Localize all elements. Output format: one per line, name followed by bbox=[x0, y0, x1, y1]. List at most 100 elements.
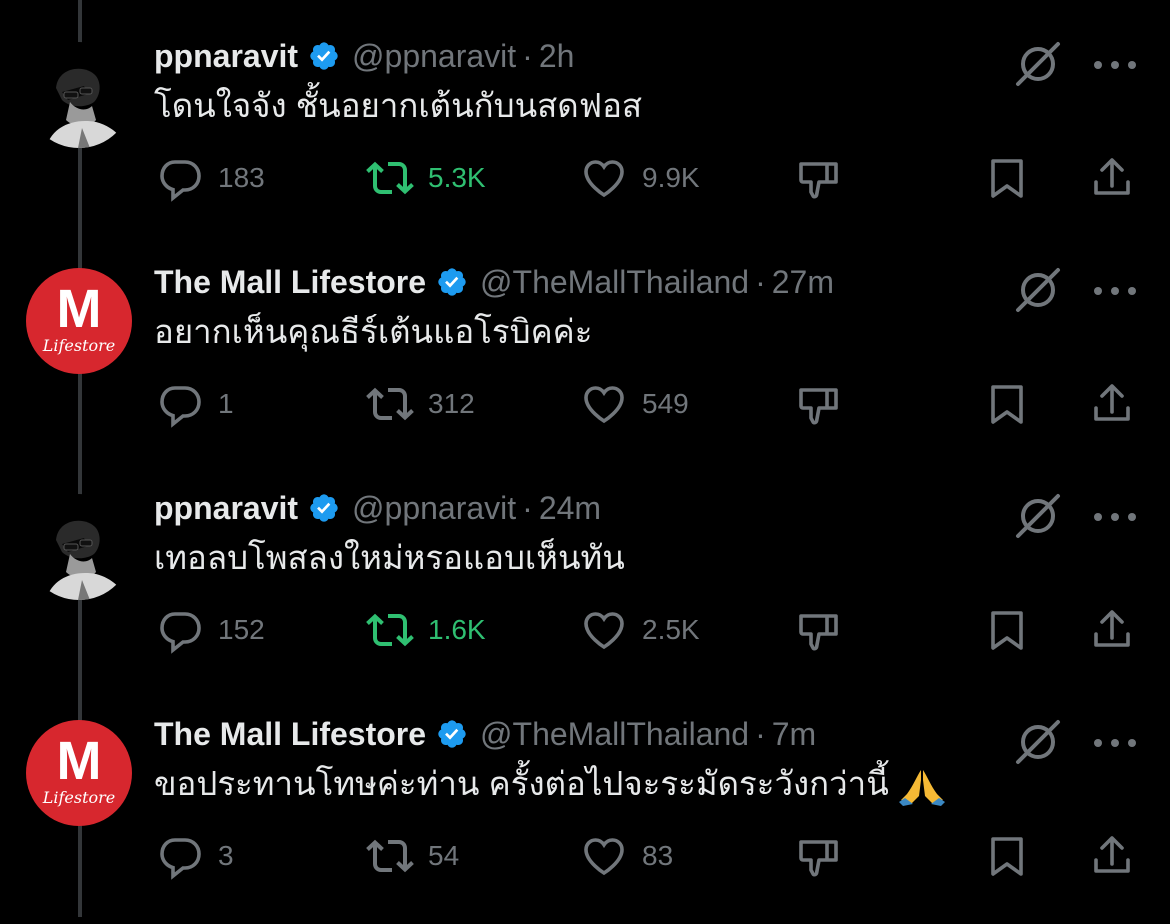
retweet-count: 1.6K bbox=[428, 614, 486, 645]
author-handle[interactable]: @TheMallThailand bbox=[480, 716, 749, 753]
like-button[interactable]: 2.5K bbox=[580, 600, 700, 660]
reply-count: 3 bbox=[218, 840, 234, 871]
downvote-button[interactable] bbox=[795, 374, 843, 434]
retweet-button[interactable]: 1.6K bbox=[366, 600, 486, 660]
heart-icon bbox=[584, 386, 624, 424]
mall-logo-subtitle: Lifestore bbox=[42, 336, 116, 355]
like-count: 2.5K bbox=[642, 614, 700, 645]
tweet[interactable]: ppnaravit @ppnaravit · 2h โดนใจจัง ชั้นอ… bbox=[0, 20, 1170, 246]
more-icon[interactable] bbox=[1092, 736, 1138, 748]
verified-badge-icon bbox=[308, 40, 340, 72]
tweet-actions: 183 5.3K 9.9K bbox=[0, 148, 1170, 208]
bookmark-button[interactable] bbox=[983, 600, 1031, 660]
bookmark-icon bbox=[991, 611, 1023, 650]
like-button[interactable]: 549 bbox=[580, 374, 689, 434]
tweet-actions: 152 1.6K 2.5K bbox=[0, 600, 1170, 660]
grok-icon[interactable] bbox=[1014, 718, 1062, 766]
downvote-button[interactable] bbox=[795, 148, 843, 208]
folded-hands-emoji bbox=[897, 766, 947, 807]
heart-icon bbox=[584, 838, 624, 876]
share-button[interactable] bbox=[1088, 826, 1136, 886]
tweet-text: โดนใจจัง ชั้นอยากเต้นกับนสดฟอส bbox=[154, 87, 643, 124]
reply-icon bbox=[160, 160, 201, 202]
heart-icon bbox=[584, 160, 624, 198]
retweet-button[interactable]: 5.3K bbox=[366, 148, 486, 208]
retweet-button[interactable]: 54 bbox=[366, 826, 459, 886]
share-button[interactable] bbox=[1088, 600, 1136, 660]
author-name[interactable]: ppnaravit bbox=[154, 490, 298, 527]
timestamp[interactable]: 27m bbox=[772, 264, 834, 301]
avatar[interactable]: M Lifestore bbox=[26, 268, 132, 374]
author-name[interactable]: The Mall Lifestore bbox=[154, 264, 426, 301]
grok-icon[interactable] bbox=[1014, 266, 1062, 314]
share-button[interactable] bbox=[1088, 374, 1136, 434]
like-button[interactable]: 83 bbox=[580, 826, 673, 886]
retweet-button[interactable]: 312 bbox=[366, 374, 475, 434]
share-icon bbox=[1094, 384, 1130, 421]
avatar[interactable] bbox=[26, 42, 132, 148]
retweet-count: 312 bbox=[428, 388, 475, 419]
author-handle[interactable]: @ppnaravit bbox=[352, 38, 516, 75]
retweet-count: 54 bbox=[428, 840, 460, 871]
mall-logo-letter: M bbox=[56, 731, 102, 791]
mall-logo-subtitle: Lifestore bbox=[42, 788, 116, 807]
separator-dot: · bbox=[755, 715, 766, 752]
bookmark-icon bbox=[991, 159, 1023, 198]
author-handle[interactable]: @TheMallThailand bbox=[480, 264, 749, 301]
tweet[interactable]: ppnaravit @ppnaravit · 24m เทอลบโพสลงใหม… bbox=[0, 472, 1170, 698]
grok-icon[interactable] bbox=[1014, 492, 1062, 540]
reply-icon bbox=[160, 612, 201, 654]
retweet-icon bbox=[366, 387, 414, 421]
avatar[interactable]: M Lifestore bbox=[26, 720, 132, 826]
like-count: 9.9K bbox=[642, 162, 700, 193]
share-icon bbox=[1094, 836, 1130, 873]
bookmark-button[interactable] bbox=[983, 374, 1031, 434]
bookmark-button[interactable] bbox=[983, 826, 1031, 886]
share-button[interactable] bbox=[1088, 148, 1136, 208]
retweet-icon bbox=[366, 613, 414, 647]
tweet[interactable]: M Lifestore The Mall Lifestore @TheMallT… bbox=[0, 246, 1170, 472]
tweet-text: อยากเห็นคุณธีร์เต้นแอโรบิคค่ะ bbox=[154, 313, 593, 350]
timestamp[interactable]: 24m bbox=[539, 490, 601, 527]
retweet-icon bbox=[366, 161, 414, 195]
retweet-icon bbox=[366, 839, 414, 873]
downvote-button[interactable] bbox=[795, 826, 843, 886]
downvote-icon bbox=[799, 840, 838, 877]
reply-button[interactable]: 152 bbox=[156, 600, 265, 660]
share-icon bbox=[1094, 158, 1130, 195]
more-icon[interactable] bbox=[1092, 510, 1138, 522]
author-name[interactable]: The Mall Lifestore bbox=[154, 716, 426, 753]
reply-count: 152 bbox=[218, 614, 265, 645]
bookmark-button[interactable] bbox=[983, 148, 1031, 208]
reply-button[interactable]: 3 bbox=[156, 826, 234, 886]
mall-logo-letter: M bbox=[56, 279, 102, 339]
verified-badge-icon bbox=[436, 718, 468, 750]
author-handle[interactable]: @ppnaravit bbox=[352, 490, 516, 527]
timestamp[interactable]: 2h bbox=[539, 38, 575, 75]
reply-button[interactable]: 183 bbox=[156, 148, 265, 208]
author-name[interactable]: ppnaravit bbox=[154, 38, 298, 75]
separator-dot: · bbox=[522, 489, 533, 526]
reply-button[interactable]: 1 bbox=[156, 374, 234, 434]
more-icon[interactable] bbox=[1092, 58, 1138, 70]
like-count: 83 bbox=[642, 840, 674, 871]
reply-icon bbox=[160, 386, 201, 428]
tweet[interactable]: M Lifestore The Mall Lifestore @TheMallT… bbox=[0, 698, 1170, 924]
retweet-count: 5.3K bbox=[428, 162, 486, 193]
verified-badge-icon bbox=[436, 266, 468, 298]
timestamp[interactable]: 7m bbox=[772, 716, 816, 753]
downvote-button[interactable] bbox=[795, 600, 843, 660]
downvote-icon bbox=[799, 162, 838, 199]
bookmark-icon bbox=[991, 837, 1023, 876]
like-count: 549 bbox=[642, 388, 689, 419]
downvote-icon bbox=[799, 388, 838, 425]
grok-icon[interactable] bbox=[1014, 40, 1062, 88]
tweet-text-row: ขอประทานโทษค่ะท่าน ครั้งต่อไปจะระมัดระวั… bbox=[154, 760, 947, 808]
more-icon[interactable] bbox=[1092, 284, 1138, 296]
separator-dot: · bbox=[522, 37, 533, 74]
avatar[interactable] bbox=[26, 494, 132, 600]
like-button[interactable]: 9.9K bbox=[580, 148, 700, 208]
bookmark-icon bbox=[991, 385, 1023, 424]
verified-badge-icon bbox=[308, 492, 340, 524]
tweet-actions: 1 312 549 bbox=[0, 374, 1170, 434]
